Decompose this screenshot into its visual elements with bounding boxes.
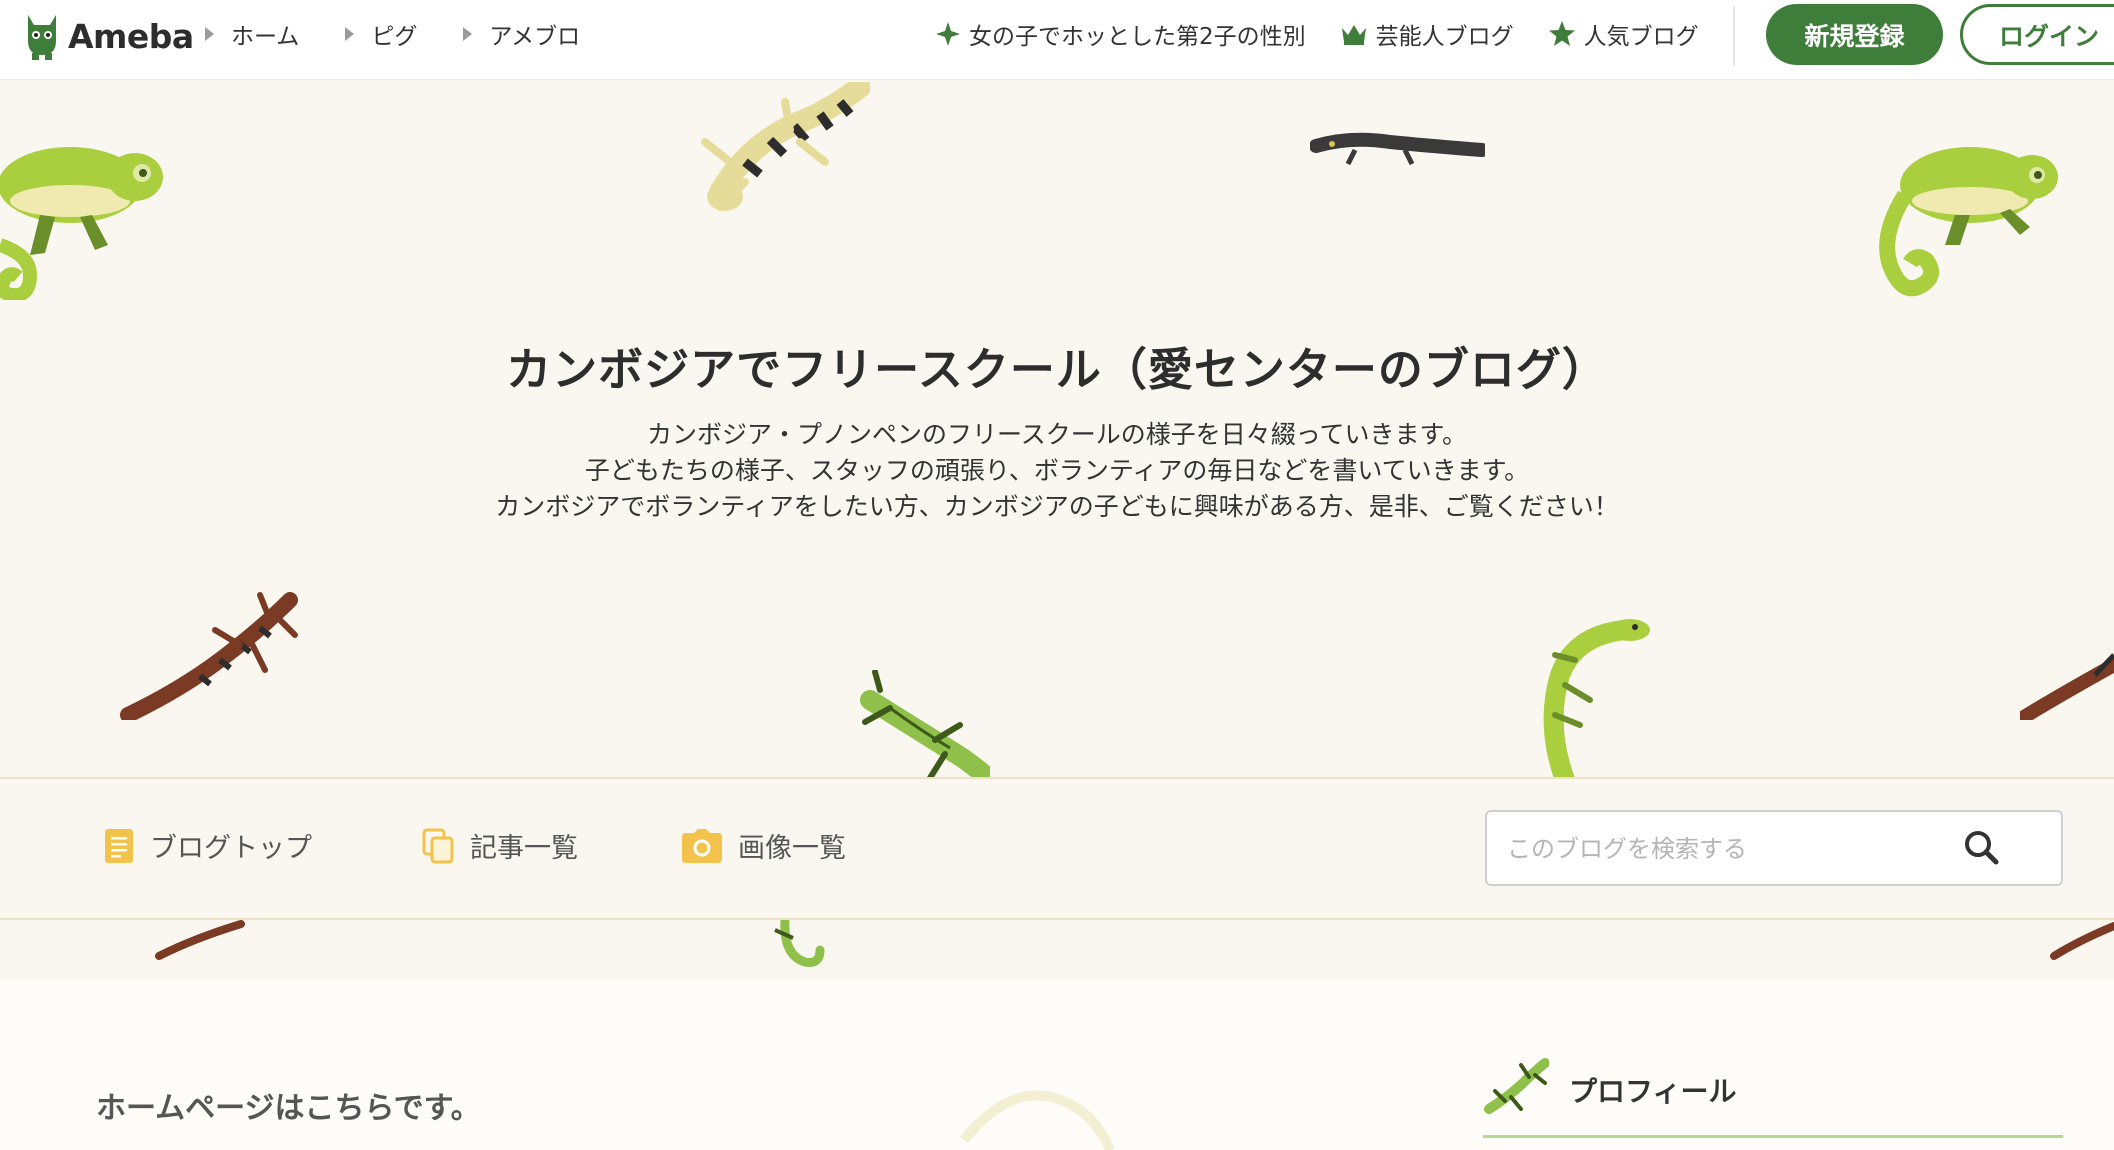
header-links: 女の子でホッとした第2子の性別 芸能人ブログ 人気ブログ xyxy=(935,14,1733,54)
caret-right-icon xyxy=(463,27,473,41)
search-icon[interactable] xyxy=(1962,828,2002,868)
ameba-mascot-icon xyxy=(28,15,56,60)
profile-section-header: プロフィール xyxy=(1483,1055,2063,1138)
gecko-edge-illustration xyxy=(2020,653,2114,720)
trending-topic-label: 女の子でホッとした第2子の性別 xyxy=(969,24,1306,50)
login-button[interactable]: ログイン xyxy=(1960,4,2114,65)
camera-icon xyxy=(682,828,722,863)
global-header: Ameba ホーム ピグ アメブロ 女の子でホッとした第2子の性別 芸能人ブログ… xyxy=(0,0,2114,80)
breadcrumb-pigg[interactable]: ピグ xyxy=(345,17,417,51)
popular-blog-link[interactable]: 人気ブログ xyxy=(1548,17,1699,51)
nav-label: 記事一覧 xyxy=(470,833,578,864)
blog-title[interactable]: カンボジアでフリースクール（愛センターのブログ） xyxy=(0,333,2114,398)
breadcrumb-label: ピグ xyxy=(371,24,418,50)
sparkle-icon xyxy=(936,22,960,46)
chameleon-right-illustration xyxy=(1879,147,2058,297)
post-title[interactable]: ホームページはこちらです。 xyxy=(96,1083,481,1127)
copy-icon xyxy=(422,828,454,863)
newt-dark-illustration xyxy=(1310,132,1485,166)
gecko-striped-illustration xyxy=(120,592,298,720)
crown-icon xyxy=(1341,25,1366,45)
breadcrumb-label: アメブロ xyxy=(489,24,581,50)
header-divider xyxy=(1733,6,1735,66)
lizard-yellowgreen-illustration xyxy=(1543,619,1650,780)
trending-topic-link[interactable]: 女の子でホッとした第2子の性別 xyxy=(935,17,1306,51)
gecko-partial-illustration xyxy=(155,920,245,960)
blog-search-input[interactable] xyxy=(1505,812,1979,886)
popular-blog-label: 人気ブログ xyxy=(1583,24,1699,50)
nav-blog-top[interactable]: ブログトップ xyxy=(104,826,312,865)
ameba-logo[interactable]: Ameba xyxy=(22,8,194,64)
nav-label: ブログトップ xyxy=(150,833,312,864)
blog-description: カンボジア・プノンペンのフリースクールの様子を日々綴っていきます。 子どもたちの… xyxy=(0,417,2114,525)
breadcrumb-home[interactable]: ホーム xyxy=(205,17,299,51)
blog-description-line: カンボジア・プノンペンのフリースクールの様子を日々綴っていきます。 xyxy=(646,420,1467,449)
gecko-top-illustration xyxy=(701,82,870,211)
breadcrumb: ホーム ピグ アメブロ xyxy=(205,14,626,54)
signup-button[interactable]: 新規登録 xyxy=(1766,4,1943,65)
profile-heading: プロフィール xyxy=(1569,1075,1737,1108)
chameleon-left-illustration xyxy=(0,147,163,300)
blog-search-box xyxy=(1485,810,2063,886)
nav-label: 画像一覧 xyxy=(738,833,846,864)
document-icon xyxy=(105,828,133,863)
star-icon xyxy=(1548,21,1575,46)
nav-image-list[interactable]: 画像一覧 xyxy=(682,826,846,865)
blog-description-line: 子どもたちの様子、スタッフの頑張り、ボランティアの毎日などを書いていきます。 xyxy=(584,456,1530,485)
caret-right-icon xyxy=(345,27,355,41)
gecko-partial-right-illustration xyxy=(2050,922,2114,960)
nav-article-list[interactable]: 記事一覧 xyxy=(422,826,578,865)
breadcrumb-ameblo[interactable]: アメブロ xyxy=(463,17,580,51)
celebrity-blog-label: 芸能人ブログ xyxy=(1375,24,1514,50)
breadcrumb-label: ホーム xyxy=(231,24,300,50)
lizard-green-illustration xyxy=(860,670,990,780)
caret-right-icon xyxy=(205,27,214,41)
logo-text: Ameba xyxy=(68,16,194,56)
faded-lizard-illustration xyxy=(960,1090,1115,1150)
blog-description-line: カンボジアでボランティアをしたい方、カンボジアの子どもに興味がある方、是非、ご覧… xyxy=(495,492,1619,521)
lizard-icon xyxy=(1484,1058,1549,1114)
celebrity-blog-link[interactable]: 芸能人ブログ xyxy=(1340,17,1514,51)
lizard-tail-illustration xyxy=(774,920,825,967)
